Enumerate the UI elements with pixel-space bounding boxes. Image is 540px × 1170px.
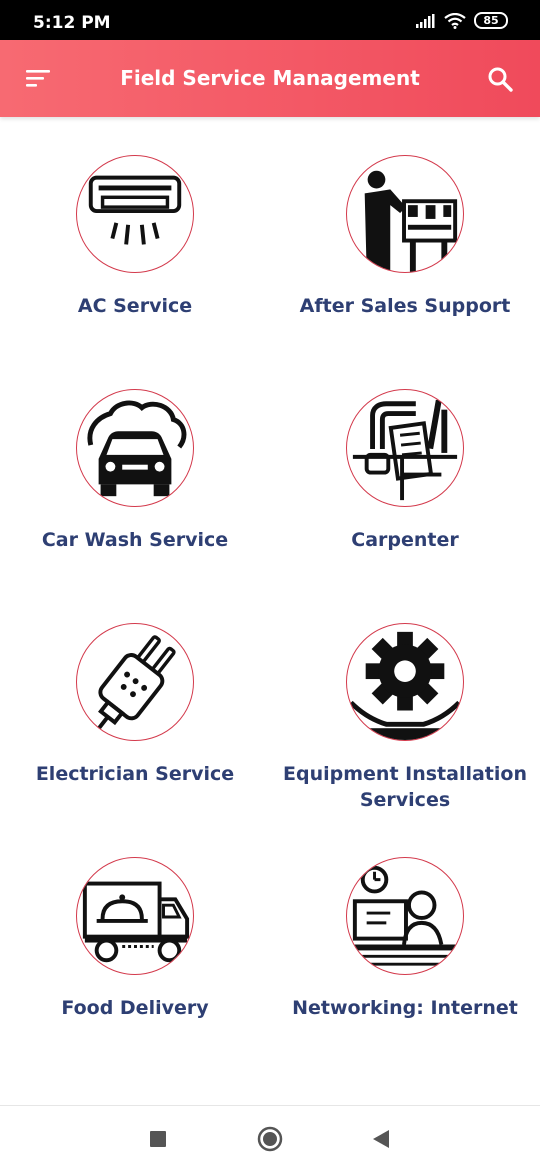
status-time: 5:12 PM (33, 13, 111, 33)
status-bar: 5:12 PM 85 (0, 0, 540, 40)
service-label: After Sales Support (299, 295, 511, 317)
home-icon (257, 1126, 283, 1152)
carpenter-tools-icon (352, 399, 458, 501)
status-icons: 85 (416, 12, 508, 29)
service-tile-equipment-installation-services[interactable]: Equipment Installation Services (270, 585, 540, 819)
service-label: Car Wash Service (41, 529, 229, 551)
system-nav-bar (0, 1105, 540, 1170)
service-tile-car-wash-service[interactable]: Car Wash Service (0, 351, 270, 585)
air-conditioner-icon (88, 175, 182, 245)
wifi-icon (444, 12, 466, 29)
service-icon-circle (346, 623, 464, 741)
search-icon (488, 67, 513, 92)
home-button[interactable] (257, 1126, 283, 1152)
service-icon-circle (76, 623, 194, 741)
gear-icon (349, 631, 461, 740)
service-label: Networking: Internet (292, 997, 518, 1019)
back-icon (373, 1130, 389, 1148)
service-icon-circle (346, 389, 464, 507)
service-tile-carpenter[interactable]: Carpenter (270, 351, 540, 585)
service-tile-food-delivery[interactable]: Food Delivery (0, 819, 270, 1053)
network-engineer-icon (350, 865, 460, 966)
search-button[interactable] (486, 65, 514, 93)
service-label: Carpenter (351, 529, 459, 551)
service-tile-ac-service[interactable]: AC Service (0, 117, 270, 351)
electric-plug-icon (94, 635, 176, 734)
service-label: Electrician Service (35, 763, 235, 785)
service-icon-circle (76, 155, 194, 273)
service-icon-circle (346, 155, 464, 273)
service-tile-networking-internet[interactable]: Networking: Internet (270, 819, 540, 1053)
signal-icon (416, 13, 435, 28)
recent-apps-button[interactable] (145, 1126, 171, 1152)
back-button[interactable] (368, 1126, 394, 1152)
service-icon-circle (76, 389, 194, 507)
service-icon-circle (346, 857, 464, 975)
recent-apps-icon (150, 1131, 166, 1147)
battery-level: 85 (483, 14, 499, 27)
service-label: Equipment Installation Services (283, 763, 527, 811)
page-title: Field Service Management (120, 66, 420, 90)
service-tile-after-sales-support[interactable]: After Sales Support (270, 117, 540, 351)
delivery-truck-icon (82, 881, 190, 963)
service-icon-circle (76, 857, 194, 975)
app-bar: Field Service Management (0, 40, 540, 117)
car-wash-icon (87, 400, 187, 497)
service-label: AC Service (77, 295, 193, 317)
support-person-icon (364, 170, 458, 272)
battery-icon: 85 (474, 12, 508, 29)
service-label: Food Delivery (61, 997, 209, 1019)
service-tile-electrician-service[interactable]: Electrician Service (0, 585, 270, 819)
